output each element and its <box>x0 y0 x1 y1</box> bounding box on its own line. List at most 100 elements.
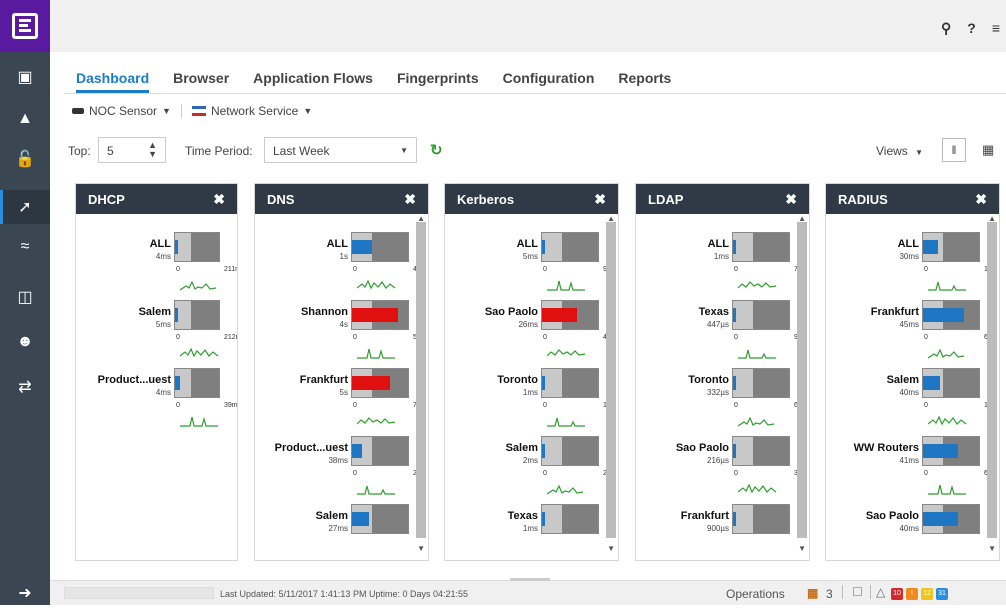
widget-row[interactable]: Toronto332µs069 <box>636 366 809 436</box>
alarm-count-badge[interactable]: ! <box>906 588 918 600</box>
help-icon[interactable]: ? <box>967 20 976 37</box>
notifications-icon[interactable]: ☐ <box>852 585 863 599</box>
scroll-up-icon[interactable]: ▲ <box>988 214 996 223</box>
scroll-down-icon[interactable]: ▼ <box>607 544 615 553</box>
widget-header[interactable]: DHCP ✖ <box>76 184 237 214</box>
tab-configuration[interactable]: Configuration <box>503 70 595 93</box>
top-stepper[interactable]: 5 ▲ ▼ <box>98 137 166 163</box>
alarm-count-badge[interactable]: 12 <box>921 588 933 600</box>
alarm-count-badge[interactable]: 31 <box>936 588 948 600</box>
sparkline <box>547 417 585 427</box>
alarm-count-badge[interactable]: 10 <box>891 588 903 600</box>
widget-header[interactable]: LDAP ✖ <box>636 184 809 214</box>
chevron-down-icon[interactable]: ▼ <box>400 146 408 155</box>
tab-reports[interactable]: Reports <box>618 70 671 93</box>
widget-row[interactable]: ALL5ms096 <box>445 230 618 300</box>
widget-row[interactable]: Texas 1ms <box>445 502 618 560</box>
alarm-bell-icon[interactable]: ▲ <box>0 102 50 136</box>
views-dropdown[interactable]: Views ▼ <box>876 144 923 158</box>
widget-row[interactable]: ALL 4ms 0 211ms <box>76 230 237 300</box>
users-icon[interactable]: ☻ <box>0 325 50 359</box>
scale-max: 211ms <box>224 266 237 273</box>
refresh-icon[interactable]: ↻ <box>430 141 443 159</box>
scrollbar[interactable] <box>797 222 807 538</box>
widget-row[interactable]: Sao Paolo26ms043 <box>445 298 618 368</box>
row-name: ALL <box>897 238 919 250</box>
widget-row[interactable]: Product...uest38ms0202 <box>255 434 428 504</box>
close-icon[interactable]: ✖ <box>404 191 416 208</box>
close-icon[interactable]: ✖ <box>975 191 987 208</box>
lock-icon[interactable]: 🔓 <box>0 142 50 176</box>
bar-fill <box>542 444 545 458</box>
widget-row[interactable]: Texas447µs090 <box>636 298 809 368</box>
scrollbar[interactable] <box>987 222 997 538</box>
widget-row[interactable]: Toronto1ms0101 <box>445 366 618 436</box>
row-value: 2ms <box>522 456 538 465</box>
widget-header[interactable]: Kerberos ✖ <box>445 184 618 214</box>
scroll-down-icon[interactable]: ▼ <box>988 544 996 553</box>
widget-row[interactable]: ALL 1s 0 4 <box>255 230 428 300</box>
widget-header[interactable]: RADIUS ✖ <box>826 184 999 214</box>
stepper-icon[interactable]: ▲ ▼ <box>148 141 157 159</box>
time-period-select[interactable]: Last Week ▼ <box>264 137 417 163</box>
tasks-icon[interactable]: ⇄ <box>0 370 50 404</box>
column-view-icon[interactable]: ‖ <box>942 138 966 162</box>
widget-row[interactable]: ALL1ms079 <box>636 230 809 300</box>
tab-fingerprints[interactable]: Fingerprints <box>397 70 479 93</box>
widget-row[interactable]: Sao Paolo 40ms <box>826 502 999 560</box>
widget-row[interactable]: Shannon 4s 0 5 <box>255 298 428 368</box>
widget-row[interactable]: Frankfurt45ms063 <box>826 298 999 368</box>
sparkline <box>357 485 395 495</box>
widget-row[interactable]: Salem40ms0139 <box>826 366 999 436</box>
chevron-down-icon[interactable]: ▼ <box>303 106 312 116</box>
row-value: 45ms <box>899 320 919 329</box>
scrollbar[interactable] <box>416 222 426 538</box>
scroll-up-icon[interactable]: ▲ <box>798 214 806 223</box>
widget-row[interactable]: Salem 5ms 0 212ms <box>76 298 237 368</box>
widget-row[interactable]: Sao Paolo216µs039 <box>636 434 809 504</box>
bullet-bar <box>541 368 599 398</box>
network-icon[interactable]: ▣ <box>0 60 50 94</box>
scroll-down-icon[interactable]: ▼ <box>417 544 425 553</box>
wireless-icon[interactable]: ≈ <box>0 230 50 264</box>
widget-row[interactable]: Product...uest 4ms 0 39ms <box>76 366 237 436</box>
bar-fill <box>923 308 964 322</box>
chevron-down-icon[interactable]: ▼ <box>162 106 171 116</box>
row-value: 38ms <box>328 456 348 465</box>
widget-row[interactable]: Salem2ms029 <box>445 434 618 504</box>
reports-chart-icon[interactable]: ◫ <box>0 280 50 314</box>
widget-row[interactable]: WW Routers41ms067 <box>826 434 999 504</box>
operations-icon[interactable]: ▦ <box>807 586 818 600</box>
sensor-dropdown[interactable]: NOC Sensor <box>89 104 157 118</box>
widget-row[interactable]: ALL30ms0121 <box>826 230 999 300</box>
extreme-logo[interactable] <box>0 0 50 52</box>
widget-header[interactable]: DNS ✖ <box>255 184 428 214</box>
scroll-up-icon[interactable]: ▲ <box>417 214 425 223</box>
search-icon[interactable]: ⚲ <box>941 20 951 37</box>
time-period-value: Last Week <box>273 144 330 158</box>
alarm-bell-icon[interactable]: △ <box>876 585 885 599</box>
menu-icon[interactable]: ≡ <box>992 20 1000 37</box>
scroll-up-icon[interactable]: ▲ <box>607 214 615 223</box>
widget-row[interactable]: Frankfurt 900µs <box>636 502 809 560</box>
row-name: Toronto <box>497 374 538 386</box>
widget-row[interactable]: Salem 27ms <box>255 502 428 560</box>
close-icon[interactable]: ✖ <box>785 191 797 208</box>
tab-application-flows[interactable]: Application Flows <box>253 70 373 93</box>
analytics-icon[interactable]: ➚ <box>0 190 50 224</box>
bar-range <box>562 437 598 465</box>
scrollbar[interactable] <box>606 222 616 538</box>
resize-grip[interactable] <box>510 578 550 581</box>
scroll-down-icon[interactable]: ▼ <box>798 544 806 553</box>
close-icon[interactable]: ✖ <box>594 191 606 208</box>
bullet-bar <box>541 300 599 330</box>
tab-browser[interactable]: Browser <box>173 70 229 93</box>
service-dropdown[interactable]: Network Service <box>211 104 298 118</box>
operations-label[interactable]: Operations <box>726 587 785 601</box>
grid-view-icon[interactable]: ▦ <box>982 142 994 158</box>
bar-fill <box>733 512 736 526</box>
tab-dashboard[interactable]: Dashboard <box>76 70 150 93</box>
widget-row[interactable]: Frankfurt 5s 0 7 <box>255 366 428 436</box>
close-icon[interactable]: ✖ <box>213 191 225 208</box>
sparkline <box>180 280 217 291</box>
